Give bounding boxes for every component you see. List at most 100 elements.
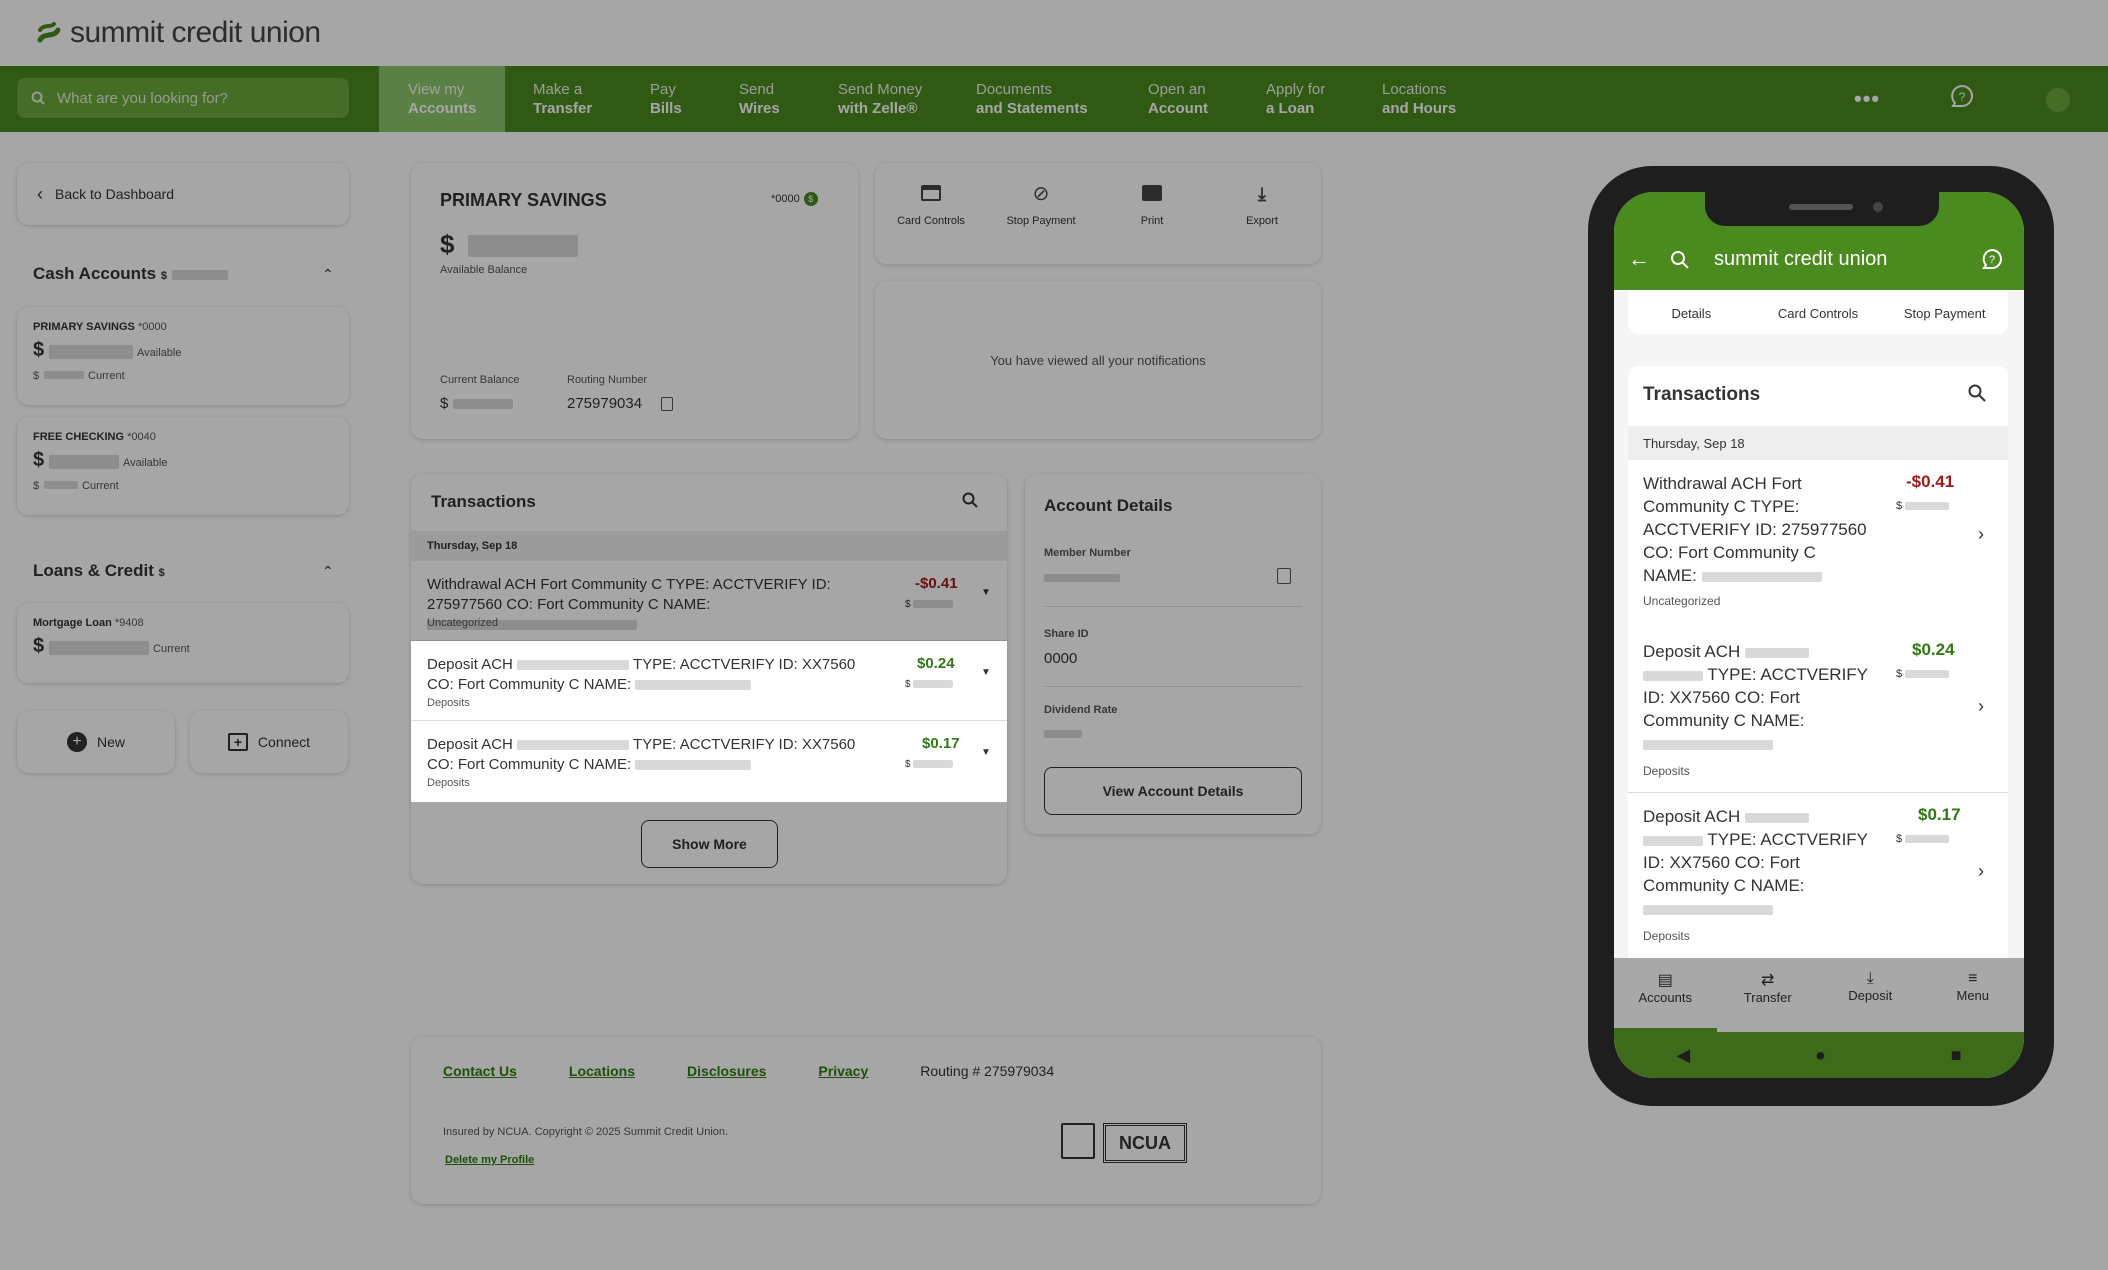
- nav-label: Account: [1148, 100, 1208, 117]
- masked-value: [1643, 904, 1773, 915]
- phone-tx-line: Community C NAME:: [1643, 711, 1805, 730]
- phone-tx-line: Community C TYPE:: [1643, 497, 1800, 516]
- phone-tx-amount: -$0.41: [1906, 472, 1955, 491]
- transaction-amount: $0.17: [922, 735, 960, 752]
- phone-tx-line: ACCTVERIFY ID: 275977560: [1643, 520, 1867, 539]
- loan-card-mortgage[interactable]: Mortgage Loan *9408 $ Current: [17, 603, 349, 683]
- back-arrow-icon[interactable]: ←: [1628, 246, 1650, 272]
- nav-documents[interactable]: Documents and Statements: [976, 66, 1088, 132]
- chevron-up-icon[interactable]: ⌃: [322, 563, 334, 580]
- android-home-icon[interactable]: ●: [1815, 1045, 1826, 1066]
- show-more-button[interactable]: Show More: [641, 820, 778, 868]
- android-back-icon[interactable]: ◀: [1676, 1045, 1690, 1066]
- phone-nav-accounts[interactable]: ▤ Accounts: [1614, 958, 1717, 1032]
- nav-label: Send: [739, 81, 775, 98]
- nav-view-accounts[interactable]: View my Accounts: [379, 66, 505, 132]
- transaction-row[interactable]: Deposit ACH TYPE: ACCTVERIFY ID: XX7560C…: [411, 641, 1007, 721]
- nav-label: Bills: [650, 100, 682, 117]
- nav-make-transfer[interactable]: Make a Transfer: [533, 66, 592, 132]
- current-balance-label: Current Balance: [440, 374, 520, 386]
- footer-card: Contact Us Locations Disclosures Privacy…: [411, 1037, 1321, 1204]
- back-to-dashboard-button[interactable]: ‹ Back to Dashboard: [17, 163, 349, 225]
- phone-nav-menu[interactable]: ≡ Menu: [1922, 958, 2025, 1032]
- chevron-right-icon[interactable]: ›: [1978, 861, 1984, 882]
- account-card-free-checking[interactable]: FREE CHECKING *0040 $ Available $ Curren…: [17, 417, 349, 515]
- export-action[interactable]: ⤓ Export: [1206, 185, 1318, 227]
- current-label: Current: [88, 370, 125, 382]
- phone-date-label: Thursday, Sep 18: [1643, 436, 1745, 451]
- phone-transaction-row[interactable]: Withdrawal ACH Fort Community C TYPE: AC…: [1628, 460, 2008, 620]
- balance-dollar: $: [1896, 668, 1903, 680]
- loans-credit-heading: Loans & Credit $: [33, 561, 165, 581]
- locations-link[interactable]: Locations: [569, 1063, 635, 1079]
- action-label: Card Controls: [897, 215, 965, 227]
- summit-logo[interactable]: summit credit union: [36, 16, 321, 50]
- nav-label: Open an: [1148, 81, 1206, 98]
- current-dollar: $: [33, 480, 40, 492]
- phone-tab-stop-payment[interactable]: Stop Payment: [1881, 290, 2008, 334]
- phone-nav-transfer[interactable]: ⇄ Transfer: [1717, 958, 1820, 1032]
- transaction-row[interactable]: Withdrawal ACH Fort Community C TYPE: AC…: [411, 561, 1007, 641]
- stop-payment-icon: ⊘: [1032, 183, 1050, 205]
- phone-transaction-row[interactable]: Deposit ACH TYPE: ACCTVERIFY ID: XX7560 …: [1628, 793, 2008, 958]
- search-icon[interactable]: [1968, 384, 1986, 402]
- account-details-title: Account Details: [1044, 496, 1173, 515]
- highlighted-transactions: Deposit ACH TYPE: ACCTVERIFY ID: XX7560 C…: [411, 641, 1007, 802]
- card-controls-action[interactable]: Card Controls: [875, 185, 987, 227]
- chevron-right-icon[interactable]: ›: [1978, 524, 1984, 545]
- nav-apply-loan[interactable]: Apply for a Loan: [1266, 66, 1325, 132]
- phone-tx-category: Deposits: [1643, 929, 1690, 943]
- new-button[interactable]: + New: [17, 711, 175, 773]
- contact-us-link[interactable]: Contact Us: [443, 1063, 517, 1079]
- phone-tab-details[interactable]: Details: [1628, 290, 1755, 334]
- loan-name: Mortgage Loan: [33, 617, 112, 629]
- loans-title: Loans & Credit: [33, 561, 154, 580]
- phone-nav-deposit[interactable]: ⤓ Deposit: [1819, 958, 1922, 1032]
- caret-down-icon[interactable]: ▼: [981, 747, 991, 758]
- chevron-right-icon[interactable]: ›: [1978, 696, 1984, 717]
- phone-tx-line: TYPE: ACCTVERIFY: [1707, 665, 1869, 684]
- print-action[interactable]: Print: [1096, 185, 1208, 227]
- routing-number-value: 275979034: [567, 395, 643, 412]
- help-chat-icon[interactable]: ?: [1949, 84, 1975, 110]
- connect-button[interactable]: + Connect: [190, 711, 348, 773]
- phone-tab-card-controls[interactable]: Card Controls: [1755, 290, 1882, 334]
- nav-open-account[interactable]: Open an Account: [1148, 66, 1208, 132]
- nav-zelle[interactable]: Send Money with Zelle®: [838, 66, 922, 132]
- account-details-card: Account Details Member Number Share ID 0…: [1025, 474, 1321, 834]
- caret-down-icon[interactable]: ▼: [981, 587, 991, 598]
- phone-tx-line: ID: XX7560 CO: Fort: [1643, 688, 1800, 707]
- running-balance: $: [905, 679, 954, 690]
- search-input[interactable]: What are you looking for?: [17, 78, 349, 118]
- action-label: Export: [1246, 215, 1278, 227]
- profile-icon[interactable]: [2046, 88, 2070, 112]
- transaction-row[interactable]: Deposit ACH TYPE: ACCTVERIFY ID: XX7560C…: [411, 721, 1007, 802]
- copy-icon[interactable]: [661, 397, 673, 411]
- caret-down-icon[interactable]: ▼: [981, 667, 991, 678]
- footer-routing: Routing # 275979034: [920, 1063, 1055, 1079]
- account-card-primary-savings[interactable]: PRIMARY SAVINGS *0000 $ Available $ Curr…: [17, 307, 349, 405]
- new-label: New: [96, 734, 125, 750]
- chevron-up-icon[interactable]: ⌃: [322, 266, 334, 283]
- transaction-amount: -$0.41: [915, 575, 958, 592]
- nav-label: with Zelle®: [838, 100, 918, 117]
- privacy-link[interactable]: Privacy: [818, 1063, 868, 1079]
- view-account-details-button[interactable]: View Account Details: [1044, 767, 1302, 815]
- stop-payment-action[interactable]: ⊘ Stop Payment: [985, 183, 1097, 227]
- more-icon[interactable]: •••: [1854, 86, 1880, 112]
- loans-dollar: $: [158, 567, 165, 579]
- search-icon[interactable]: [1670, 250, 1690, 270]
- android-recents-icon[interactable]: ■: [1951, 1045, 1962, 1066]
- nav-send-wires[interactable]: Send Wires: [739, 66, 780, 132]
- copy-icon[interactable]: [1277, 568, 1291, 584]
- available-label: Available: [137, 347, 182, 359]
- nav-pay-bills[interactable]: Pay Bills: [650, 66, 682, 132]
- phone-transaction-row[interactable]: Deposit ACH TYPE: ACCTVERIFY ID: XX7560 …: [1628, 628, 2008, 793]
- disclosures-link[interactable]: Disclosures: [687, 1063, 766, 1079]
- help-chat-icon[interactable]: ?: [1980, 248, 2004, 272]
- phone-running-balance: $: [1896, 833, 1950, 845]
- nav-locations[interactable]: Locations and Hours: [1382, 66, 1456, 132]
- search-icon[interactable]: [962, 492, 978, 508]
- delete-profile-link[interactable]: Delete my Profile: [445, 1154, 534, 1166]
- balance-dollar: $: [905, 679, 911, 690]
